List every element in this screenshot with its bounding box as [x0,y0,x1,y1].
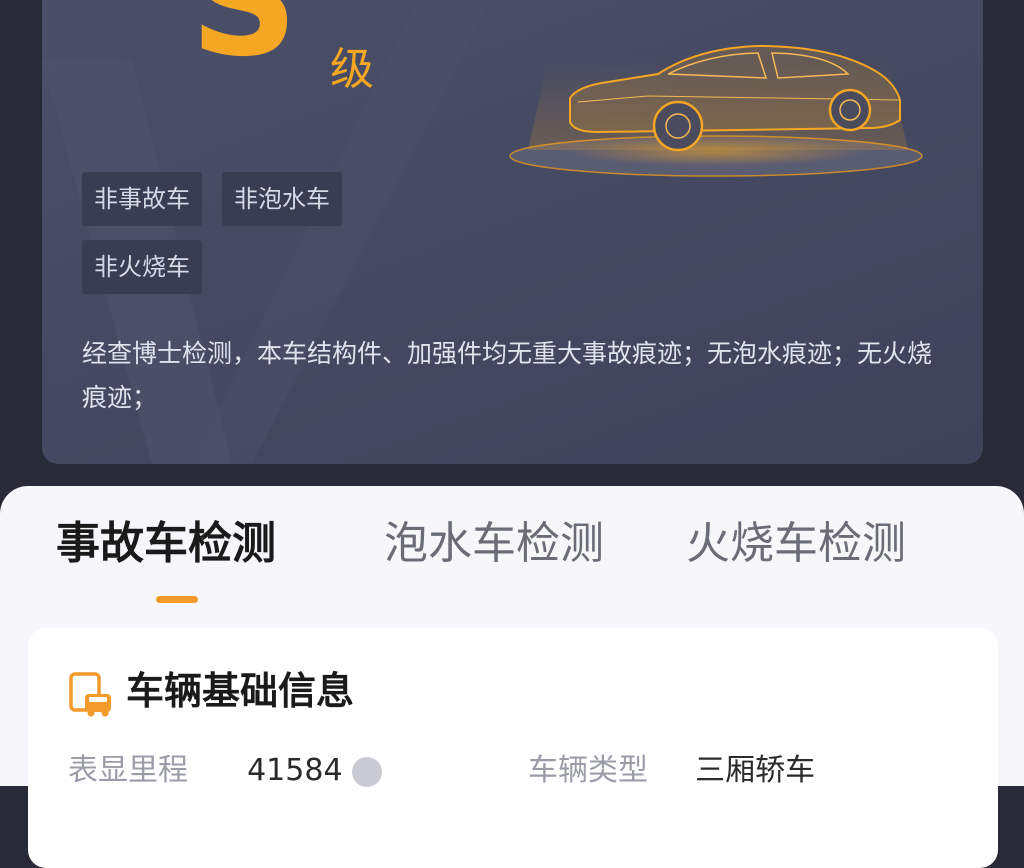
inspection-result-card: S 级 非事故车 非泡水车 非火烧车 经查博士检测，本车结构件、加强件均无重大事 [42,0,983,464]
tag-non-flood: 非泡水车 [222,172,342,226]
tag-non-accident: 非事故车 [82,172,202,226]
tab-fire-check[interactable]: 火烧车检测 [686,522,906,566]
mileage-value: 41584 [247,753,343,788]
grade-letter: S [190,0,298,90]
car-document-icon [69,672,111,717]
vehicle-type-value: 三厢轿车 [695,753,816,788]
mileage-label: 表显里程 [68,753,188,788]
basic-info-title: 车辆基础信息 [126,669,355,713]
help-icon[interactable] [352,756,383,787]
vehicle-basic-info-card: 车辆基础信息 表显里程 41584 车辆类型 三厢轿车 [28,628,998,868]
vehicle-type-row: 车辆类型 三厢轿车 [528,756,815,786]
inspection-summary: 经查博士检测，本车结构件、加强件均无重大事故痕迹；无泡水痕迹；无火烧痕迹； [82,339,933,412]
car-hologram-icon [509,44,923,177]
detail-sheet: 事故车检测 泡水车检测 火烧车检测 车辆基础信息 表显里程 41584 车辆类型… [0,486,1024,868]
mileage-row: 表显里程 41584 [68,753,383,788]
tab-accident-check[interactable]: 事故车检测 [56,522,276,566]
tag-non-fire: 非火烧车 [82,240,202,294]
active-tab-indicator [156,596,198,603]
grade-suffix: 级 [330,44,374,95]
vehicle-type-label: 车辆类型 [528,753,648,788]
tab-flood-check[interactable]: 泡水车检测 [384,522,604,566]
